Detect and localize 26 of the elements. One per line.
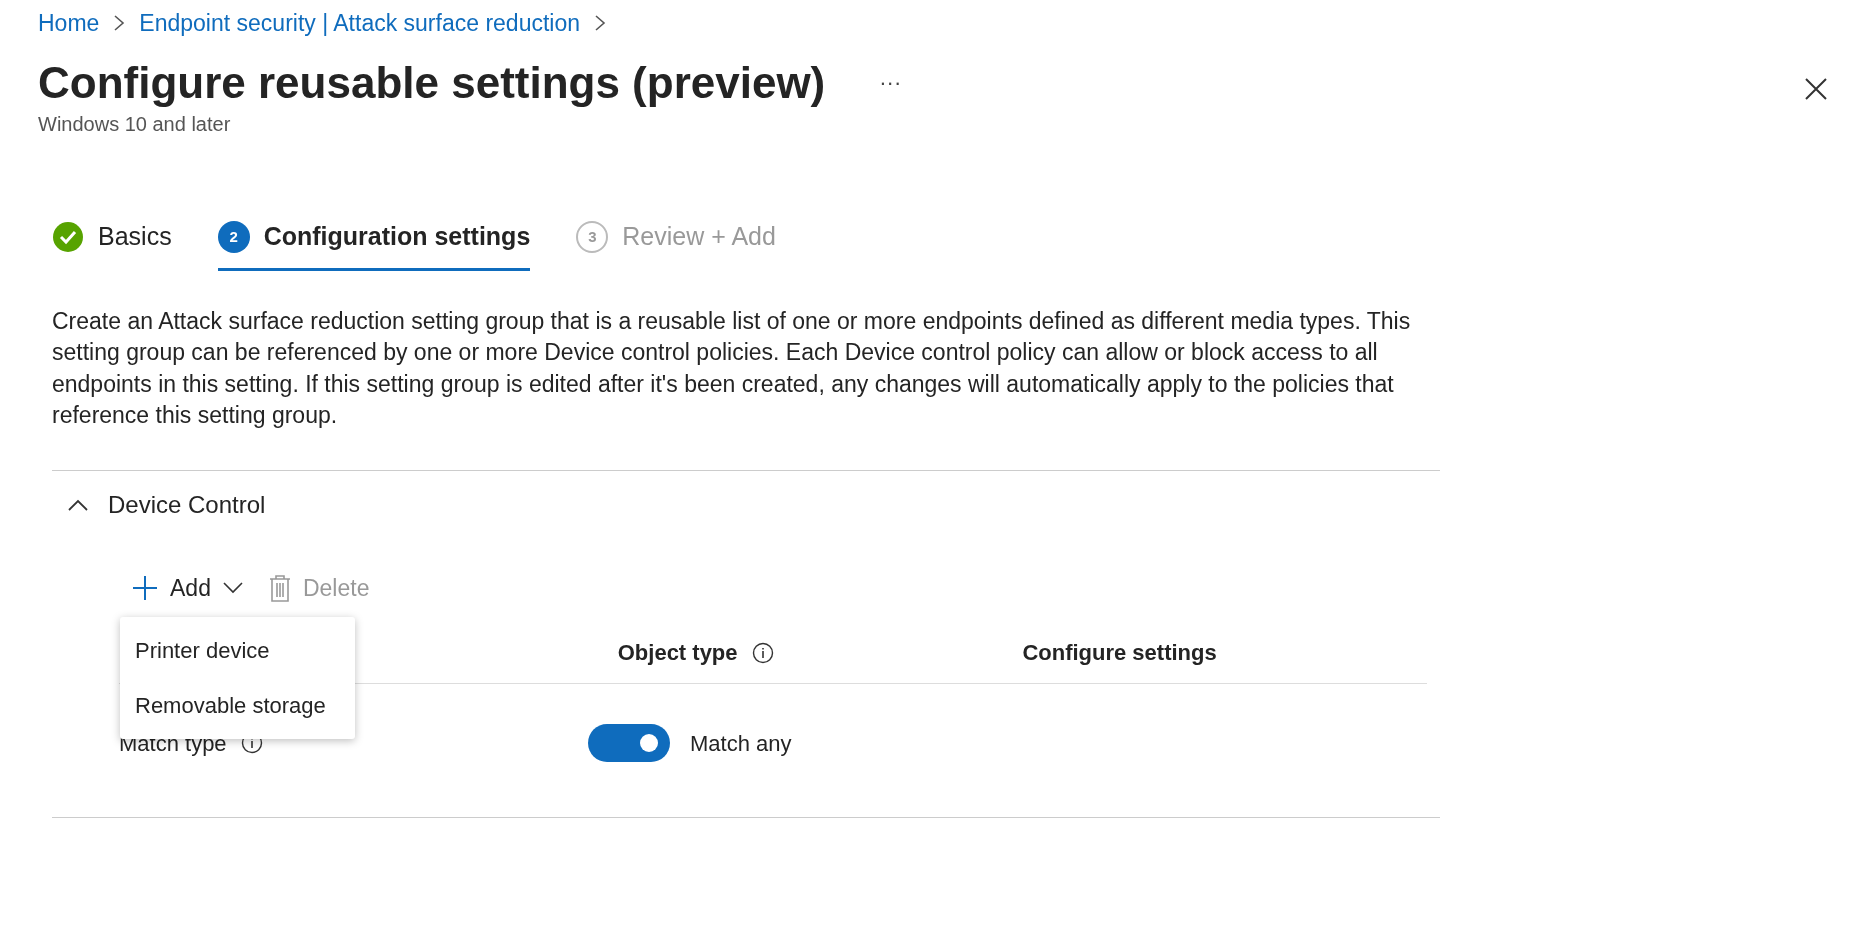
breadcrumb-link[interactable]: Endpoint security | Attack surface reduction: [139, 6, 580, 41]
chevron-right-icon: [594, 15, 606, 32]
page-title: Configure reusable settings (preview): [38, 56, 826, 109]
menu-item[interactable]: Removable storage: [120, 678, 355, 733]
chevron-down-icon: [222, 582, 243, 595]
wizard-step-tab[interactable]: 2 Configuration settings: [217, 218, 531, 271]
checkmark-icon: [52, 221, 84, 254]
toggle-label: Match any: [690, 729, 792, 758]
breadcrumb-link[interactable]: Home: [38, 6, 100, 41]
column-header: Object type: [617, 639, 738, 668]
page-subtitle: Windows 10 and later: [38, 112, 232, 138]
add-button[interactable]: Add: [132, 566, 243, 610]
toggle-switch[interactable]: [588, 724, 670, 763]
column-header: Configure settings: [1022, 639, 1217, 668]
close-icon: [1804, 76, 1828, 101]
trash-icon: [268, 574, 291, 603]
more-button[interactable]: ···: [873, 65, 908, 101]
section-header[interactable]: Device Control: [52, 470, 282, 539]
description-paragraph: Create an Attack surface reduction setting group that is a reusable list of one or more endpoints defined as different media types. This setting group can be referenced by one or more Device control policies. Each Device control policy can allow or block access to all endpoints in this setting. If this setting group is edited after it's been created, any changes will automatically apply to the policies that reference this setting group.: [52, 306, 1412, 431]
plus-icon: [132, 575, 158, 602]
menu-item[interactable]: Printer device: [120, 623, 355, 678]
chevron-up-icon: [68, 498, 88, 511]
wizard-step-tab[interactable]: Basics: [52, 218, 172, 271]
step-number: 3: [576, 221, 609, 254]
step-number: 2: [217, 221, 250, 254]
chevron-right-icon: [113, 15, 126, 32]
